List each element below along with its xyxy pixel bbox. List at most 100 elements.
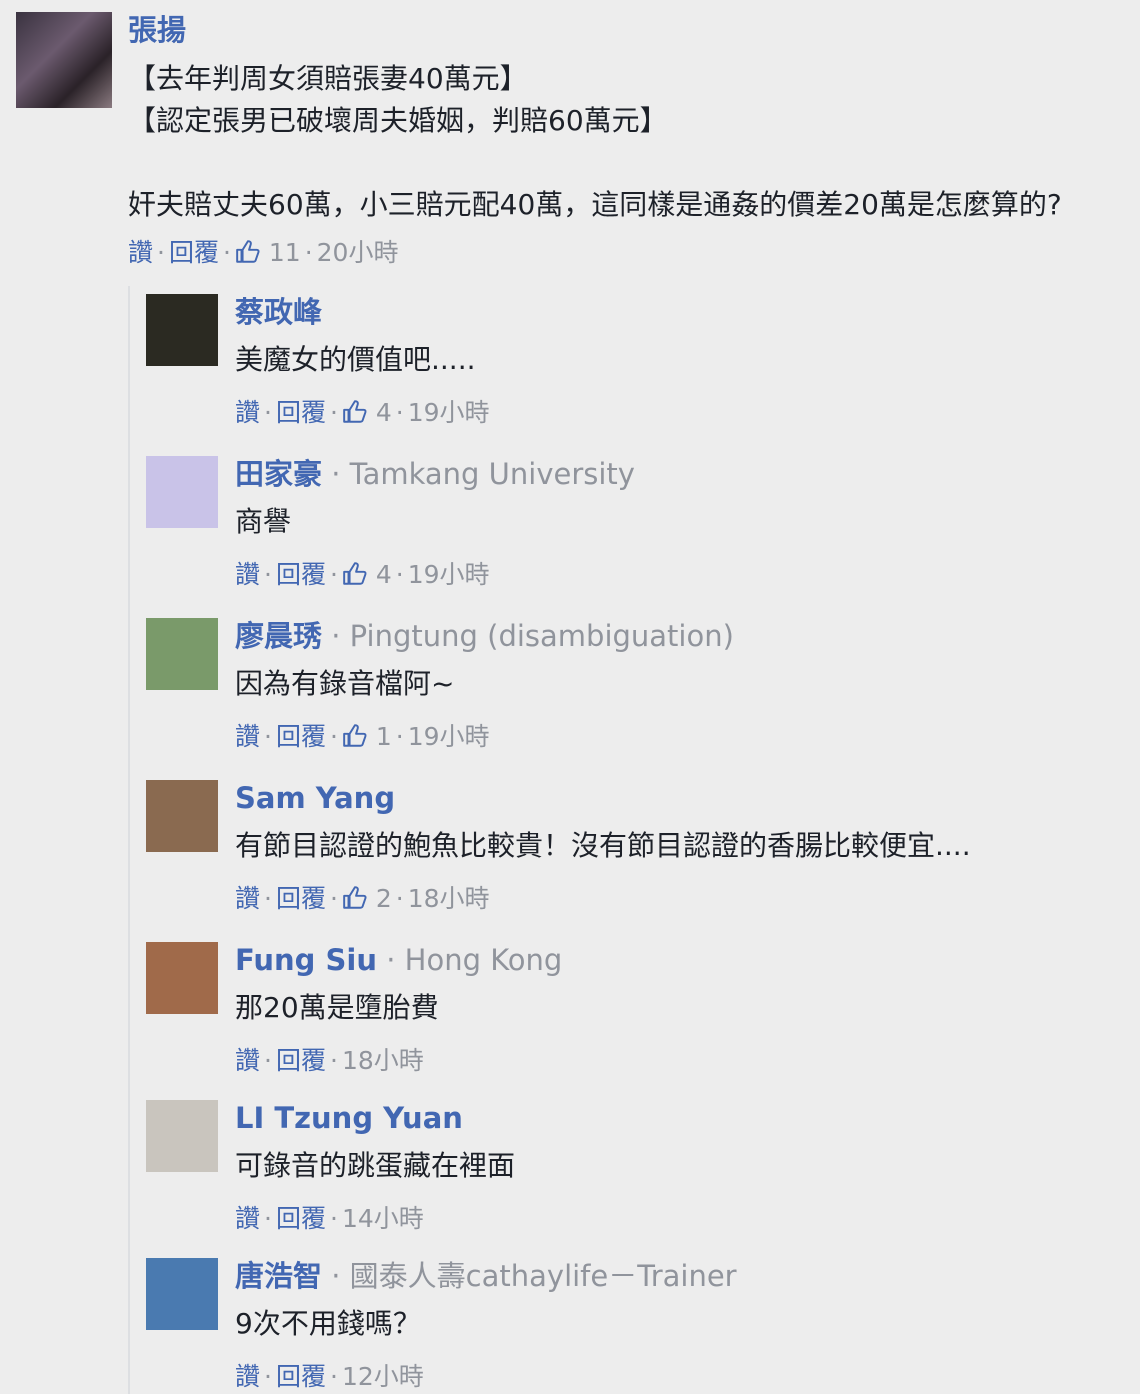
reply-text: 9次不用錢嗎？: [235, 1307, 421, 1340]
reply-text: 商譽: [235, 505, 292, 538]
separator: ·: [264, 722, 272, 751]
like-link[interactable]: 讚: [128, 238, 153, 267]
reply-avatar[interactable]: [146, 456, 218, 528]
comment-line: 【去年判周女須賠張妻40萬元】: [128, 62, 528, 95]
separator: ·: [376, 943, 405, 977]
reply-link[interactable]: 回覆: [169, 238, 219, 267]
like-count[interactable]: 2: [342, 884, 392, 913]
timestamp[interactable]: 19小時: [408, 398, 490, 427]
reply-author-affiliation[interactable]: Hong Kong: [405, 943, 563, 977]
like-link[interactable]: 讚: [235, 722, 260, 751]
like-link[interactable]: 讚: [235, 884, 260, 913]
separator: ·: [304, 238, 313, 267]
separator: ·: [395, 722, 404, 751]
separator: ·: [329, 1204, 338, 1233]
comment-actions: 讚 · 回覆 · 11 · 20小時: [128, 238, 398, 268]
like-count[interactable]: 4: [342, 560, 392, 589]
comment-line: 【認定張男已破壞周夫婚姻，判賠60萬元】: [128, 104, 668, 137]
timestamp[interactable]: 19小時: [408, 560, 490, 589]
author-avatar[interactable]: [16, 12, 112, 108]
timestamp[interactable]: 12小時: [342, 1362, 424, 1391]
reply-header: 田家豪 · Tamkang University: [235, 456, 635, 492]
separator: ·: [329, 398, 338, 427]
like-count[interactable]: 4: [342, 398, 392, 427]
thumbs-up-icon: [343, 562, 367, 585]
like-count[interactable]: 1: [342, 722, 392, 751]
reply-author[interactable]: Sam Yang: [235, 781, 395, 815]
reply-header: LI Tzung Yuan: [235, 1100, 463, 1136]
like-link[interactable]: 讚: [235, 1362, 260, 1391]
thumbs-up-icon: [343, 400, 367, 423]
timestamp[interactable]: 18小時: [408, 884, 490, 913]
separator: ·: [322, 619, 350, 653]
like-link[interactable]: 讚: [235, 560, 260, 589]
separator: ·: [264, 1046, 272, 1075]
like-link[interactable]: 讚: [235, 398, 260, 427]
reply-author[interactable]: 田家豪: [235, 457, 322, 491]
reply-link[interactable]: 回覆: [276, 1204, 326, 1233]
reply-header: Sam Yang: [235, 780, 395, 816]
reply-actions: 讚 · 回覆 · 4 · 19小時: [235, 398, 490, 428]
separator: ·: [264, 1204, 272, 1233]
timestamp[interactable]: 18小時: [342, 1046, 424, 1075]
reply-author[interactable]: 唐浩智: [235, 1259, 322, 1293]
timestamp[interactable]: 20小時: [317, 238, 399, 267]
reply-text: 因為有錄音檔阿~: [235, 667, 455, 700]
separator: ·: [322, 1259, 350, 1293]
separator: ·: [264, 884, 272, 913]
reply-thread-rail: [128, 286, 130, 1394]
reply-author-affiliation[interactable]: Tamkang University: [350, 457, 635, 491]
timestamp[interactable]: 14小時: [342, 1204, 424, 1233]
reply-avatar[interactable]: [146, 1100, 218, 1172]
separator: ·: [395, 884, 404, 913]
reply-actions: 讚 · 回覆 · 1 · 19小時: [235, 722, 490, 752]
reply-author-affiliation[interactable]: Pingtung (disambiguation): [350, 619, 734, 653]
separator: ·: [264, 1362, 272, 1391]
reply-header: Fung Siu · Hong Kong: [235, 942, 562, 978]
thumbs-up-icon: [343, 724, 367, 747]
reply-text: 那20萬是墮胎費: [235, 991, 439, 1024]
reply-text: 美魔女的價值吧.....: [235, 343, 476, 376]
comment-body: 【去年判周女須賠張妻40萬元】 【認定張男已破壞周夫婚姻，判賠60萬元】 奸夫賠…: [128, 58, 1128, 226]
like-link[interactable]: 讚: [235, 1046, 260, 1075]
reply-avatar[interactable]: [146, 942, 218, 1014]
separator: ·: [329, 884, 338, 913]
like-count[interactable]: 11: [235, 238, 301, 267]
author-name[interactable]: 張揚: [128, 12, 186, 48]
reply-actions: 讚 · 回覆 · 12小時: [235, 1362, 424, 1392]
comment-line: [128, 142, 1128, 184]
separator: ·: [395, 560, 404, 589]
reply-link[interactable]: 回覆: [276, 560, 326, 589]
reply-avatar[interactable]: [146, 294, 218, 366]
separator: ·: [264, 398, 272, 427]
reply-avatar[interactable]: [146, 1258, 218, 1330]
reply-actions: 讚 · 回覆 · 14小時: [235, 1204, 424, 1234]
timestamp[interactable]: 19小時: [408, 722, 490, 751]
reply-actions: 讚 · 回覆 · 2 · 18小時: [235, 884, 490, 914]
reply-author[interactable]: 廖晨琇: [235, 619, 322, 653]
reply-text: 可錄音的跳蛋藏在裡面: [235, 1149, 516, 1182]
reply-author[interactable]: 蔡政峰: [235, 295, 322, 329]
reply-header: 蔡政峰: [235, 294, 322, 330]
separator: ·: [264, 560, 272, 589]
reply-link[interactable]: 回覆: [276, 398, 326, 427]
reply-link[interactable]: 回覆: [276, 1046, 326, 1075]
comment-line: 奸夫賠丈夫60萬，小三賠元配40萬，這同樣是通姦的價差20萬是怎麼算的?: [128, 188, 1062, 221]
separator: ·: [329, 1046, 338, 1075]
separator: ·: [329, 722, 338, 751]
reply-link[interactable]: 回覆: [276, 1362, 326, 1391]
reply-actions: 讚 · 回覆 · 4 · 19小時: [235, 560, 490, 590]
reply-author[interactable]: Fung Siu: [235, 943, 377, 977]
separator: ·: [222, 238, 231, 267]
separator: ·: [329, 560, 338, 589]
reply-avatar[interactable]: [146, 780, 218, 852]
thumbs-up-icon: [343, 886, 367, 909]
reply-link[interactable]: 回覆: [276, 722, 326, 751]
reply-link[interactable]: 回覆: [276, 884, 326, 913]
reply-avatar[interactable]: [146, 618, 218, 690]
reply-actions: 讚 · 回覆 · 18小時: [235, 1046, 424, 1076]
reply-author-affiliation[interactable]: 國泰人壽cathaylife－Trainer: [350, 1259, 737, 1293]
reply-header: 唐浩智 · 國泰人壽cathaylife－Trainer: [235, 1258, 737, 1294]
reply-author[interactable]: LI Tzung Yuan: [235, 1101, 463, 1135]
like-link[interactable]: 讚: [235, 1204, 260, 1233]
